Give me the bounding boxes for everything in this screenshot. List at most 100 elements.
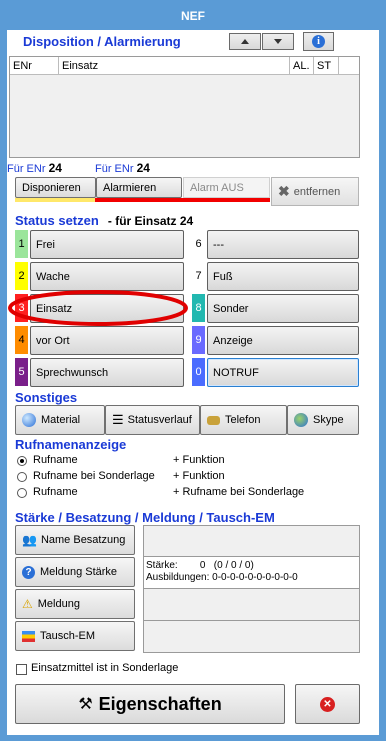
fuer-enr-left-label: Für ENr: [7, 163, 46, 175]
status-2-color: 2: [15, 262, 28, 290]
tools-icon: ⚒: [78, 696, 93, 713]
alarm-aus-button[interactable]: Alarm AUS: [183, 177, 270, 198]
statusverlauf-button[interactable]: ☰ Statusverlauf: [105, 405, 200, 435]
skype-label: Skype: [313, 414, 344, 426]
meldung-label: Meldung: [37, 598, 80, 610]
column-divider: [313, 57, 314, 75]
close-button[interactable]: ✕: [295, 684, 360, 724]
info-icon: i: [312, 35, 325, 48]
exchange-icon: [22, 630, 35, 642]
rufname-option-1-extra: + Funktion: [173, 454, 225, 466]
telefon-label: Telefon: [225, 414, 261, 426]
warning-icon: ⚠: [22, 597, 33, 611]
meldung-button[interactable]: ⚠ Meldung: [15, 589, 135, 619]
phone-icon: [207, 415, 220, 425]
sonstiges-title: Sonstiges: [15, 390, 78, 405]
statusverlauf-label: Statusverlauf: [127, 414, 192, 426]
highlight-ellipse: [8, 290, 188, 326]
besatzung-cell: [143, 525, 360, 557]
info-button[interactable]: i: [303, 32, 334, 51]
meldung-staerke-label: Meldung Stärke: [40, 566, 118, 578]
disposition-header: Disposition / Alarmierung i: [7, 30, 379, 52]
status-2-button[interactable]: Wache: [30, 262, 184, 291]
column-einsatz: Einsatz: [62, 60, 99, 72]
name-besatzung-button[interactable]: 👥 Name Besatzung: [15, 525, 135, 555]
sonderlage-label: Einsatzmittel ist in Sonderlage: [31, 662, 179, 674]
client-area: Disposition / Alarmierung i ENr Einsatz …: [7, 30, 379, 735]
status-1-color: 1: [15, 230, 28, 258]
fuer-enr-right-label: Für ENr: [95, 163, 134, 175]
fuer-enr-left-value: 24: [48, 161, 62, 175]
eigenschaften-button[interactable]: ⚒ Eigenschaften: [15, 684, 285, 724]
disponieren-indicator: [15, 198, 95, 202]
window-title: NEF: [0, 0, 386, 30]
entfernen-label: entfernen: [293, 185, 341, 198]
tausch-em-label: Tausch-EM: [40, 630, 96, 642]
scroll-up-button[interactable]: [229, 33, 261, 50]
column-enr: ENr: [13, 60, 32, 72]
help-icon: ?: [22, 565, 35, 579]
rufname-option-3: Rufname: [33, 486, 78, 498]
fuer-enr-right-value: 24: [136, 161, 150, 175]
arrow-up-icon: [241, 39, 249, 44]
tausch-em-button[interactable]: Tausch-EM: [15, 621, 135, 651]
status-4-button[interactable]: vor Ort: [30, 326, 184, 355]
status-0-button[interactable]: NOTRUF: [207, 358, 359, 387]
disponieren-button[interactable]: Disponieren: [15, 177, 96, 198]
meldung-cell: [143, 588, 360, 621]
status-4-color: 4: [15, 326, 28, 354]
meldung-staerke-button[interactable]: ? Meldung Stärke: [15, 557, 135, 587]
status-9-color: 9: [192, 326, 205, 354]
arrow-down-icon: [274, 39, 282, 44]
fuer-enr-left: Für ENr 24: [7, 161, 62, 175]
rufname-option-3-extra: + Rufname bei Sonderlage: [173, 486, 305, 498]
rufname-option-2: Rufname bei Sonderlage: [33, 470, 155, 482]
sonderlage-checkbox[interactable]: [16, 664, 27, 675]
rufname-radio-1[interactable]: [17, 456, 27, 466]
staerke-info-cell: Stärke: 0 (0 / 0 / 0) Ausbildungen: 0-0-…: [143, 556, 360, 589]
entfernen-button[interactable]: ✖ entfernen: [271, 177, 359, 206]
einsatz-table[interactable]: ENr Einsatz AL. ST: [9, 56, 360, 158]
telefon-button[interactable]: Telefon: [200, 405, 287, 435]
status-title: Status setzen: [15, 213, 99, 228]
column-al: AL.: [293, 60, 310, 72]
staerke-panel: 👥 Name Besatzung ? Meldung Stärke ⚠ Meld…: [15, 525, 360, 653]
status-subtitle: - für Einsatz 24: [107, 214, 194, 228]
eigenschaften-label: Eigenschaften: [98, 693, 222, 714]
name-besatzung-label: Name Besatzung: [40, 534, 126, 546]
alarmieren-button[interactable]: Alarmieren: [96, 177, 182, 198]
rufname-title: Rufnamenanzeige: [15, 437, 127, 452]
rufname-radio-2[interactable]: [17, 472, 27, 482]
skype-button[interactable]: Skype: [287, 405, 359, 435]
staerke-title: Stärke / Besatzung / Meldung / Tausch-EM: [15, 510, 275, 525]
status-heading: Status setzen - für Einsatz 24: [15, 213, 193, 228]
rufname-radio-3[interactable]: [17, 488, 27, 498]
tausch-em-cell: [143, 620, 360, 653]
list-icon: ☰: [112, 412, 124, 427]
staerke-info-line1: Stärke: 0 (0 / 0 / 0): [146, 560, 254, 571]
column-divider: [58, 57, 59, 75]
status-1-button[interactable]: Frei: [30, 230, 184, 259]
status-7-color: 7: [192, 262, 205, 290]
close-icon: ✕: [320, 696, 335, 712]
rufname-option-1: Rufname: [33, 454, 78, 466]
fuer-enr-right: Für ENr 24: [95, 161, 150, 175]
material-button[interactable]: Material: [15, 405, 105, 435]
table-header: ENr Einsatz AL. ST: [10, 57, 359, 75]
staerke-info-line2: Ausbildungen: 0-0-0-0-0-0-0-0-0-0: [146, 572, 298, 583]
column-divider: [338, 57, 339, 75]
globe-icon: [294, 413, 308, 427]
scroll-down-button[interactable]: [262, 33, 294, 50]
column-divider: [289, 57, 290, 75]
rufname-option-2-extra: + Funktion: [173, 470, 225, 482]
status-7-button[interactable]: Fuß: [207, 262, 359, 291]
window: NEF Disposition / Alarmierung i ENr Eins…: [0, 0, 386, 741]
remove-icon: ✖: [278, 183, 290, 199]
status-9-button[interactable]: Anzeige: [207, 326, 359, 355]
status-0-color: 0: [192, 358, 205, 386]
people-icon: 👥: [22, 533, 37, 547]
status-8-button[interactable]: Sonder: [207, 294, 359, 323]
status-6-button[interactable]: ---: [207, 230, 359, 259]
column-st: ST: [317, 60, 332, 72]
status-5-button[interactable]: Sprechwunsch: [30, 358, 184, 387]
